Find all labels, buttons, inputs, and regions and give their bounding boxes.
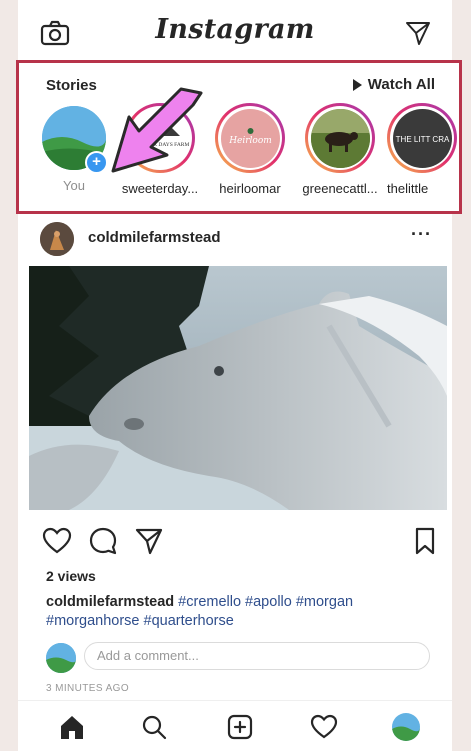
heart-icon[interactable]: [310, 713, 338, 741]
view-count: 2 views: [46, 568, 96, 584]
avatar[interactable]: [40, 222, 74, 256]
avatar: [46, 643, 76, 673]
add-comment-row: Add a comment...: [46, 642, 436, 673]
post-caption: coldmilefarmstead #cremello #apollo #mor…: [46, 593, 436, 631]
story-pic-text: THE LITT CRA: [395, 135, 449, 144]
story-avatar: [310, 108, 370, 168]
paper-plane-icon[interactable]: [134, 526, 164, 556]
annotation-arrow-icon: [111, 87, 203, 173]
stories-tray: Stories Watch All + You SWEETER DAYS FAR…: [16, 60, 462, 214]
avatar[interactable]: [392, 713, 420, 741]
story-item[interactable]: greenecattl...: [295, 103, 385, 196]
post-header: coldmilefarmstead ···: [18, 214, 452, 260]
bottom-nav: [18, 700, 452, 751]
post-photo[interactable]: [29, 266, 447, 510]
story-pic-text: Heirloom: [228, 136, 272, 146]
home-icon[interactable]: [58, 713, 86, 741]
app-logo: Instagram: [155, 14, 315, 45]
bookmark-icon[interactable]: [410, 526, 440, 556]
story-label: heirloomar: [219, 181, 281, 196]
story-item[interactable]: THE LITT CRA thelittle: [381, 103, 461, 196]
watch-all-label: Watch All: [367, 76, 435, 93]
watch-all-button[interactable]: Watch All: [352, 76, 435, 93]
play-icon: [352, 78, 362, 91]
instagram-feed-screen: Instagram Stories Watch All + You SWEETE…: [16, 0, 462, 751]
add-post-icon[interactable]: [226, 713, 254, 741]
comment-input[interactable]: Add a comment...: [84, 642, 430, 670]
caption-hashtags[interactable]: #morganhorse #quarterhorse: [46, 613, 234, 629]
story-avatar: THE LITT CRA: [392, 108, 452, 168]
caption-hashtags[interactable]: #cremello #apollo #morgan: [178, 594, 353, 610]
story-label: thelittle: [387, 181, 429, 196]
comment-bubble-icon[interactable]: [88, 526, 118, 556]
search-icon[interactable]: [140, 713, 168, 741]
top-bar: Instagram: [18, 0, 452, 58]
heart-icon[interactable]: [42, 526, 72, 556]
post-username[interactable]: coldmilefarmstead: [88, 229, 221, 246]
story-label: greenecattl...: [302, 181, 378, 196]
story-avatar: Heirloom: [220, 108, 280, 168]
paper-plane-icon[interactable]: [404, 19, 432, 47]
post-timestamp: 3 MINUTES AGO: [46, 683, 129, 694]
post-actions: [18, 520, 452, 560]
story-item[interactable]: Heirloom heirloomar: [205, 103, 295, 196]
caption-username[interactable]: coldmilefarmstead: [46, 594, 174, 610]
more-horizontal-icon[interactable]: ···: [411, 224, 432, 245]
